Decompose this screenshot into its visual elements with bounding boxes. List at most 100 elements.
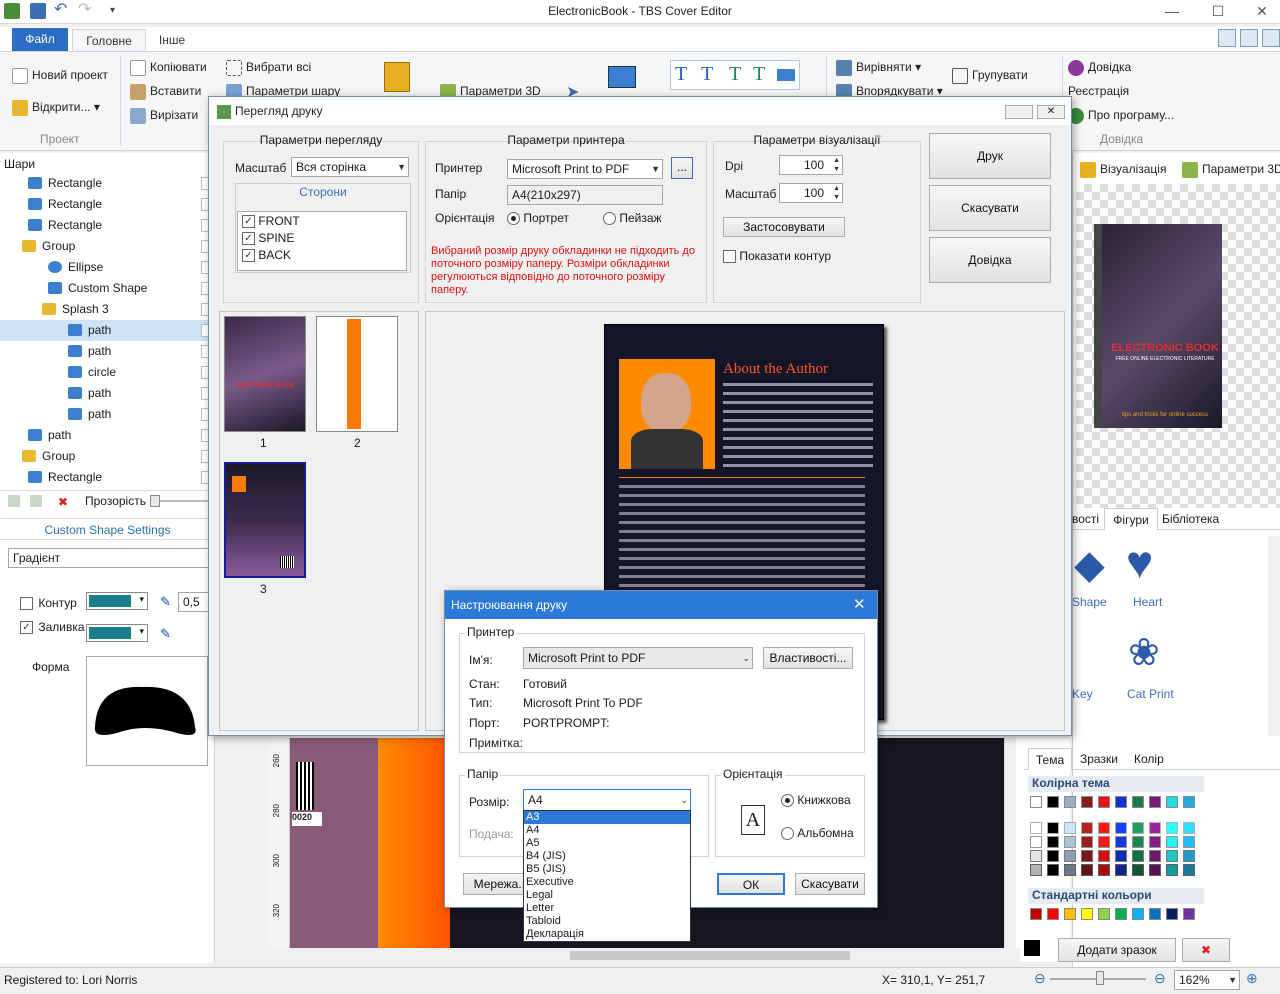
ribbon-min-icon[interactable] [1218,29,1236,47]
vis-scale-spinner[interactable]: 100 ▲ ▼ [779,183,843,203]
layer-row[interactable]: path [0,425,210,446]
color-swatch[interactable] [1047,822,1059,834]
eyedropper-icon[interactable]: ✎ [160,626,171,642]
color-swatch[interactable] [1030,864,1042,876]
color-swatch[interactable] [1132,864,1144,876]
open-button[interactable]: Відкрити... ▾ [12,100,100,116]
fill-checkbox[interactable]: ✓ [20,621,33,635]
color-swatch[interactable] [1149,864,1161,876]
paste-button[interactable]: Вставити [130,84,201,100]
paper-size-option[interactable]: A4 [524,824,690,837]
ribbon-restore-icon[interactable] [1240,29,1258,47]
color-swatch[interactable] [1149,850,1161,862]
color-swatch[interactable] [1064,822,1076,834]
color-swatch[interactable] [1183,822,1195,834]
text-arc-icon[interactable]: T [729,63,741,86]
color-swatch[interactable] [1081,864,1093,876]
color-swatch[interactable] [1098,908,1110,920]
preview-help-button[interactable]: Довідка [929,237,1051,283]
zoom-out-icon[interactable]: ⊖ [1034,970,1046,987]
color-swatch[interactable] [1081,850,1093,862]
printer-name-select[interactable]: Microsoft Print to PDF ⌄ [523,647,753,669]
color-swatch[interactable] [1047,850,1059,862]
paper-size-option[interactable]: A3 [524,811,690,824]
printer-browse-button[interactable]: ... [671,157,693,179]
move-down-icon[interactable] [30,495,42,507]
color-swatch[interactable] [1081,908,1093,920]
tab-library[interactable]: Бібліотека [1162,512,1219,526]
paper-size-option[interactable]: Letter [524,902,690,915]
text-box-icon[interactable]: T [701,63,713,86]
heart-icon[interactable]: ♥ [1126,534,1153,590]
page-thumb-1[interactable]: ELECTRONIC BOOK [224,316,306,432]
color-swatch[interactable] [1030,822,1042,834]
color-swatch[interactable] [1030,796,1042,808]
move-up-icon[interactable] [8,495,20,507]
portrait-radio[interactable]: Портрет [507,211,569,226]
add-sample-button[interactable]: Додати зразок [1058,938,1176,962]
color-swatch[interactable] [1183,864,1195,876]
apply-button[interactable]: Застосовувати [723,217,845,237]
fill-color-picker[interactable]: ▾ [86,624,148,642]
color-swatch[interactable] [1047,796,1059,808]
print-button[interactable]: Друк [929,133,1051,179]
rect-tool-icon[interactable] [777,69,795,81]
file-tab[interactable]: Файл [12,28,68,51]
color-swatch[interactable] [1115,908,1127,920]
ribbon-close-icon[interactable] [1262,29,1280,47]
tab-other[interactable]: Інше [150,29,194,51]
color-swatch[interactable] [1115,850,1127,862]
color-swatch[interactable] [1030,908,1042,920]
color-swatch[interactable] [1183,796,1195,808]
color-swatch[interactable] [1098,796,1110,808]
setup-cancel-button[interactable]: Скасувати [795,873,865,895]
layer-row[interactable]: path [0,404,210,425]
layer-row[interactable]: Custom Shape [0,278,210,299]
color-swatch[interactable] [1166,836,1178,848]
layer-row[interactable]: path [0,341,210,362]
delete-layer-icon[interactable]: ✖ [58,495,72,509]
about-button[interactable]: Про програму... [1068,108,1174,124]
preview-minimize-button[interactable] [1005,105,1033,119]
color-swatch[interactable] [1149,908,1161,920]
tab-theme[interactable]: Тема [1028,748,1072,770]
color-swatch[interactable] [1132,836,1144,848]
layer-row[interactable]: path [0,383,210,404]
tab-visualization[interactable]: Візуалізація [1080,162,1166,178]
preview-close-button[interactable]: ✕ [1037,105,1065,119]
setup-landscape-radio[interactable]: Альбомна [781,826,854,841]
tab-samples[interactable]: Зразки [1080,752,1118,766]
layer-row[interactable]: Rectangle [0,194,210,215]
properties-button[interactable]: Властивості... [763,647,853,669]
color-swatch[interactable] [1064,850,1076,862]
color-swatch[interactable] [1047,864,1059,876]
copy-button[interactable]: Копіювати [130,60,207,76]
color-swatch[interactable] [1183,850,1195,862]
color-swatch[interactable] [1115,822,1127,834]
color-swatch[interactable] [1166,822,1178,834]
select-all-button[interactable]: Вибрати всі [226,60,311,76]
layer-row[interactable]: Rectangle [0,215,210,236]
color-swatch[interactable] [1081,836,1093,848]
color-swatch[interactable] [1132,822,1144,834]
paper-size-select[interactable]: A4 ⌄ [523,789,691,811]
color-swatch[interactable] [1064,836,1076,848]
shape-icon[interactable]: ◆ [1074,540,1105,590]
color-swatch[interactable] [1149,796,1161,808]
color-swatch[interactable] [1132,796,1144,808]
tab-properties[interactable]: вості [1072,512,1099,526]
help-button[interactable]: Довідка [1068,60,1131,76]
outline-color-picker[interactable]: ▾ [86,592,148,610]
group-button[interactable]: Групувати [952,68,1028,84]
color-swatch[interactable] [1030,850,1042,862]
setup-portrait-radio[interactable]: Книжкова [781,793,851,808]
layer-row[interactable]: Group [0,446,210,467]
paper-size-option[interactable]: B5 (JIS) [524,863,690,876]
color-swatch[interactable] [1081,822,1093,834]
side-front[interactable]: ✓ FRONT [242,214,300,229]
page-thumb-2[interactable] [316,316,398,432]
color-swatch[interactable] [1149,836,1161,848]
tab-home[interactable]: Головне [72,29,146,51]
color-swatch[interactable] [1115,864,1127,876]
new-project-button[interactable]: Новий проект [12,68,108,84]
